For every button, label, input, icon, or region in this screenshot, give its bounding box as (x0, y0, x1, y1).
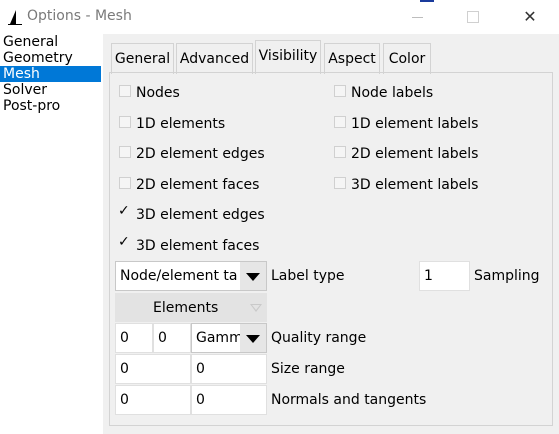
2d-element-edges-label: 2D element edges (136, 146, 265, 162)
tangents-input[interactable]: 0 (191, 385, 267, 415)
1d-element-labels-label: 1D element labels (351, 116, 479, 132)
category-item-solver[interactable]: Solver (0, 82, 101, 98)
checkmark-icon: ✓ (118, 234, 130, 250)
minimize-icon[interactable] (395, 0, 441, 34)
window-title: Options - Mesh (27, 8, 132, 24)
checkmark-icon: ✓ (118, 203, 130, 219)
normals-value: 0 (120, 392, 129, 408)
maximize-icon[interactable] (450, 0, 496, 34)
size-range-label: Size range (271, 361, 345, 377)
size-range-min-value: 0 (120, 361, 129, 377)
nodes-checkbox[interactable] (119, 85, 131, 97)
node-labels-label: Node labels (351, 85, 434, 101)
label-type-dropdown[interactable]: Node/element tag (115, 261, 267, 291)
category-item-mesh[interactable]: Mesh (0, 66, 101, 82)
sampling-input[interactable]: 1 (419, 261, 470, 291)
chevron-down-icon (250, 304, 262, 312)
label-type-value: Node/element tag (120, 268, 238, 284)
category-item-general[interactable]: General (0, 34, 101, 50)
size-range-min-input[interactable]: 0 (115, 354, 191, 384)
quality-range-max-input[interactable]: 0 (153, 323, 191, 353)
sampling-value: 1 (424, 268, 433, 284)
tab-general[interactable]: General (111, 43, 174, 74)
quality-measure-dropdown[interactable]: Gamma (191, 323, 267, 353)
normals-input[interactable]: 0 (115, 385, 191, 415)
2d-element-labels-label: 2D element labels (351, 146, 479, 162)
quality-measure-value: Gamma (196, 330, 240, 346)
label-type-label: Label type (271, 268, 345, 284)
3d-element-faces-checkbox[interactable]: ✓ (118, 234, 131, 250)
background-window-fragment (420, 0, 434, 2)
tangents-value: 0 (196, 392, 205, 408)
1d-elements-label: 1D elements (136, 116, 226, 132)
chevron-down-icon (246, 335, 260, 343)
1d-elements-checkbox[interactable] (119, 116, 131, 128)
3d-element-labels-checkbox[interactable] (334, 177, 346, 189)
chevron-down-icon (246, 273, 260, 281)
size-range-max-value: 0 (196, 361, 205, 377)
quality-range-max-value: 0 (158, 330, 167, 346)
category-list[interactable]: General Geometry Mesh Solver Post-pro (0, 34, 103, 434)
node-labels-checkbox[interactable] (334, 85, 346, 97)
tab-visibility[interactable]: Visibility (255, 40, 321, 74)
2d-element-labels-checkbox[interactable] (334, 146, 346, 158)
title-bar[interactable]: Options - Mesh ✕ (0, 0, 559, 34)
2d-element-faces-checkbox[interactable] (119, 177, 131, 189)
1d-element-labels-checkbox[interactable] (334, 116, 346, 128)
quality-range-min-input[interactable]: 0 (115, 323, 153, 353)
3d-element-faces-label: 3D element faces (136, 238, 260, 254)
quality-range-min-value: 0 (120, 330, 129, 346)
3d-element-labels-label: 3D element labels (351, 177, 479, 193)
quality-measure-dropdown-button[interactable] (240, 324, 266, 352)
3d-element-edges-checkbox[interactable]: ✓ (118, 203, 131, 219)
label-type-dropdown-button[interactable] (240, 262, 266, 290)
tab-aspect[interactable]: Aspect (324, 43, 380, 74)
tab-advanced[interactable]: Advanced (176, 43, 253, 74)
size-range-max-input[interactable]: 0 (191, 354, 267, 384)
normals-and-tangents-label: Normals and tangents (271, 392, 427, 408)
category-item-post-pro[interactable]: Post-pro (0, 98, 101, 114)
sampling-label: Sampling (474, 268, 540, 284)
gmsh-app-icon (8, 10, 22, 25)
nodes-label: Nodes (136, 85, 180, 101)
2d-element-edges-checkbox[interactable] (119, 146, 131, 158)
elements-select-value: Elements (153, 300, 219, 316)
tab-color[interactable]: Color (383, 43, 431, 74)
category-item-geometry[interactable]: Geometry (0, 50, 101, 66)
close-icon[interactable]: ✕ (507, 0, 553, 34)
elements-select[interactable]: Elements (115, 293, 267, 322)
3d-element-edges-label: 3D element edges (136, 207, 265, 223)
quality-range-label: Quality range (271, 330, 367, 346)
2d-element-faces-label: 2D element faces (136, 177, 260, 193)
